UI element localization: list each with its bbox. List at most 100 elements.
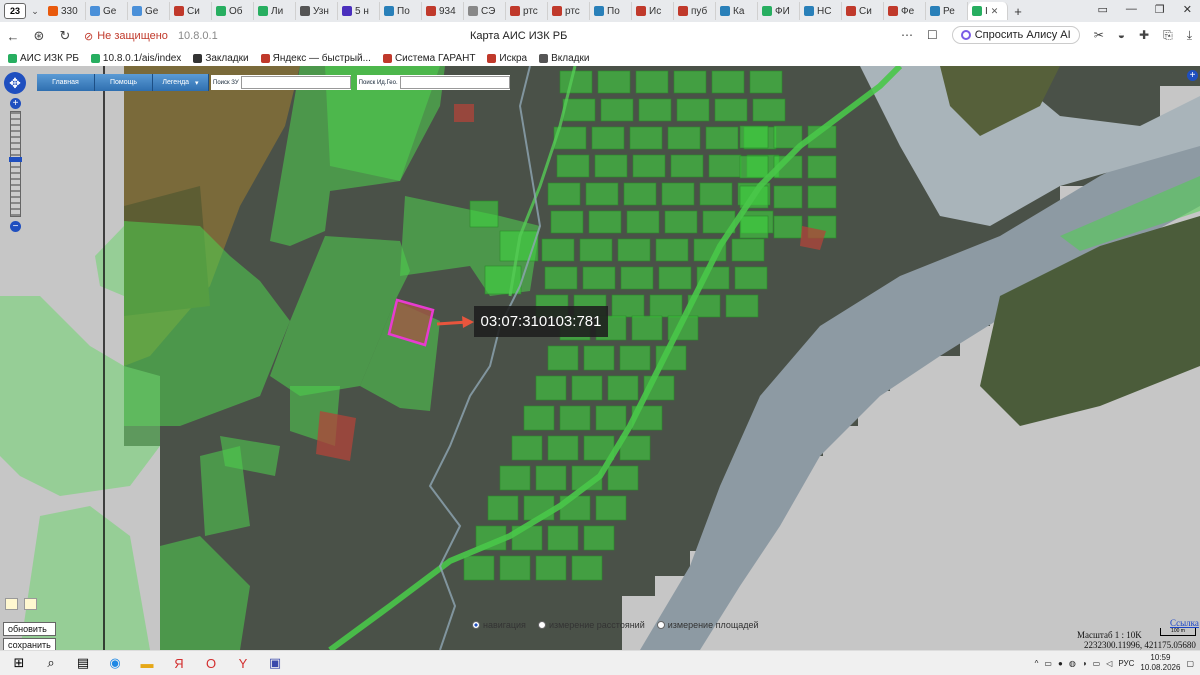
- map-viewport[interactable]: + ✥ + − Главная Помощь Легенда ▾ Поиск З…: [0, 66, 1200, 650]
- tab[interactable]: Си: [170, 2, 212, 20]
- search-zu-input[interactable]: [240, 76, 351, 89]
- village-parcel: [544, 266, 578, 290]
- bookmark-favicon-icon: [8, 53, 17, 63]
- alice-button[interactable]: Спросить Алису AI: [951, 26, 1080, 44]
- tab[interactable]: Фе: [884, 2, 926, 20]
- new-tab-button[interactable]: +: [1008, 4, 1028, 19]
- tab[interactable]: НС: [800, 2, 842, 20]
- map-tool-icon[interactable]: [5, 598, 18, 610]
- more-icon[interactable]: ⋯: [901, 28, 913, 42]
- puzzle-icon[interactable]: ✚: [1139, 28, 1149, 42]
- hand-tool-icon[interactable]: [24, 598, 37, 610]
- language-indicator[interactable]: РУС: [1118, 659, 1134, 668]
- mode-radio[interactable]: [472, 621, 480, 629]
- expand-map-icon[interactable]: +: [1187, 70, 1198, 81]
- tab[interactable]: Узн: [296, 2, 338, 20]
- insecure-indicator[interactable]: ⊘ Не защищено: [84, 30, 168, 43]
- mode-radio[interactable]: [656, 621, 665, 629]
- extension-icon[interactable]: ✂: [1094, 28, 1104, 42]
- help-button[interactable]: Помощь: [95, 74, 153, 91]
- save-button[interactable]: сохранить: [3, 638, 56, 650]
- reload-icon[interactable]: ↻: [52, 28, 78, 44]
- refresh-button[interactable]: обновить: [3, 622, 56, 636]
- tab[interactable]: По: [380, 2, 422, 20]
- start-icon[interactable]: ⊞: [6, 653, 32, 673]
- bookmark-item[interactable]: АИС ИЗК РБ: [8, 53, 79, 64]
- village-parcel: [535, 375, 567, 401]
- zoom-slider-thumb[interactable]: [9, 157, 22, 162]
- explorer-icon[interactable]: ▬: [134, 653, 160, 673]
- tab[interactable]: пуб: [674, 2, 716, 20]
- tab[interactable]: Си: [842, 2, 884, 20]
- bookmark-item[interactable]: Искра: [487, 53, 527, 64]
- mode-radio[interactable]: [537, 621, 546, 629]
- zoom-slider[interactable]: [9, 111, 22, 217]
- tab[interactable]: По: [590, 2, 632, 20]
- tab[interactable]: 5 н: [338, 2, 380, 20]
- minimize-icon[interactable]: —: [1126, 3, 1137, 16]
- clock[interactable]: 10:59 10.08.2026: [1140, 653, 1180, 673]
- tab-close-icon[interactable]: ✕: [991, 6, 999, 17]
- satellite-map[interactable]: [0, 66, 1200, 650]
- bookmarks-panel-icon[interactable]: ▭: [1098, 3, 1108, 16]
- network-icon[interactable]: ▭: [1093, 659, 1101, 668]
- tab[interactable]: ртс: [548, 2, 590, 20]
- bookmark-item[interactable]: Система ГАРАНТ: [382, 53, 475, 64]
- back-icon[interactable]: ←: [0, 29, 26, 44]
- notification-icon[interactable]: ▢: [1186, 659, 1194, 668]
- hat-icon[interactable]: ◒: [1118, 28, 1125, 42]
- tray-app-icon[interactable]: ●: [1058, 659, 1063, 668]
- mode-option[interactable]: навигация: [472, 620, 526, 630]
- volume-icon[interactable]: ◁: [1106, 659, 1112, 668]
- bookmark-item[interactable]: Вкладки: [539, 53, 589, 64]
- zoom-out-button[interactable]: −: [10, 221, 21, 232]
- tab[interactable]: Об: [212, 2, 254, 20]
- tray-app-icon[interactable]: ◑: [1082, 659, 1087, 668]
- tab-count-badge[interactable]: 23: [4, 3, 26, 19]
- zoom-in-button[interactable]: +: [10, 98, 21, 109]
- village-parcel: [623, 182, 657, 206]
- search-icon[interactable]: ⌕: [38, 653, 64, 673]
- restore-icon[interactable]: ❐: [1155, 3, 1165, 16]
- bookmark-item[interactable]: Яндекс — быстрый...: [260, 53, 371, 64]
- pan-icon[interactable]: ✥: [4, 72, 26, 94]
- share-icon[interactable]: ⎘: [1163, 28, 1173, 43]
- tab-favicon-icon: [216, 6, 226, 16]
- search-geo-input[interactable]: [399, 76, 510, 89]
- tray-app-icon[interactable]: ◍: [1069, 659, 1076, 668]
- save-app-icon[interactable]: ▣: [262, 653, 288, 673]
- close-window-icon[interactable]: ✕: [1183, 3, 1192, 16]
- yandex-browser-icon[interactable]: Y: [230, 653, 256, 673]
- tab[interactable]: 934: [422, 2, 464, 20]
- tab[interactable]: ФИ: [758, 2, 800, 20]
- tab[interactable]: Ис: [632, 2, 674, 20]
- yandex-home-icon[interactable]: ⊛: [26, 28, 52, 44]
- tab[interactable]: Ре: [926, 2, 968, 20]
- yandex-icon[interactable]: Я: [166, 653, 192, 673]
- tab[interactable]: ртс: [506, 2, 548, 20]
- opera-icon[interactable]: O: [198, 653, 224, 673]
- mode-option[interactable]: измерение расстояний: [537, 620, 645, 630]
- task-view-icon[interactable]: ▤: [70, 653, 96, 673]
- bookmark-item[interactable]: 10.8.0.1/ais/index: [90, 53, 181, 64]
- legend-button[interactable]: Легенда ▾: [153, 74, 209, 91]
- tab-favicon-icon: [636, 6, 646, 16]
- tab-active[interactable]: I ✕: [968, 2, 1008, 20]
- tab[interactable]: СЭ: [464, 2, 506, 20]
- chevron-up-icon[interactable]: ^: [1035, 659, 1039, 668]
- tab[interactable]: Ли: [254, 2, 296, 20]
- bookmark-icon[interactable]: ☐: [927, 28, 938, 42]
- edge-icon[interactable]: ◉: [102, 653, 128, 673]
- tray-app-icon[interactable]: ▭: [1044, 659, 1052, 668]
- tab[interactable]: 330: [44, 2, 86, 20]
- tab[interactable]: Ge: [128, 2, 170, 20]
- url-host[interactable]: 10.8.0.1: [178, 30, 218, 42]
- map-link[interactable]: Ссылка: [1170, 618, 1199, 628]
- tabs-dropdown-icon[interactable]: ⌄: [26, 6, 44, 17]
- download-icon[interactable]: ⤓: [1187, 28, 1192, 43]
- mode-option[interactable]: измерение площадей: [656, 620, 759, 630]
- tab[interactable]: Ge: [86, 2, 128, 20]
- home-button[interactable]: Главная: [37, 74, 95, 91]
- tab[interactable]: Ка: [716, 2, 758, 20]
- bookmark-item[interactable]: Закладки: [193, 53, 249, 64]
